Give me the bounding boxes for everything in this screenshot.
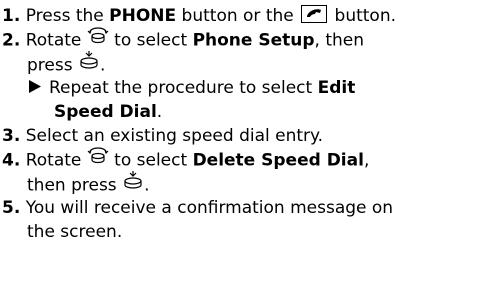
step-text: Rotate — [25, 150, 87, 171]
step-2: 2. Rotate to select Phone Setup, then — [2, 26, 472, 52]
step-number: 5. — [2, 198, 21, 218]
step-number: 2. — [2, 30, 21, 51]
step-text: Rotate — [25, 30, 87, 51]
step-1: 1. Press the PHONE button or the button. — [2, 4, 472, 28]
step-text: You will receive a confirmation message … — [25, 198, 394, 218]
sub-step: Repeat the procedure to select Edit — [2, 76, 472, 100]
interface-dial-press-icon — [78, 50, 100, 77]
step-3: 3. Select an existing speed dial entry. — [2, 124, 472, 148]
step-4-continued: then press . — [2, 170, 472, 197]
step-text: . — [99, 55, 106, 76]
step-text: . — [156, 102, 163, 122]
step-text: to select — [108, 30, 193, 51]
step-text: button. — [329, 6, 397, 26]
step-number: 4. — [2, 150, 21, 171]
step-5: 5. You will receive a confirmation messa… — [2, 196, 472, 220]
step-text: button or the — [176, 6, 300, 26]
instruction-steps: 1. Press the PHONE button or the button.… — [0, 0, 478, 304]
step-text: Repeat the procedure to select — [49, 78, 318, 98]
step-text: the screen. — [27, 222, 123, 242]
step-number: 1. — [2, 6, 21, 26]
triangle-arrow-icon — [29, 76, 43, 100]
phone-button-label: PHONE — [109, 6, 177, 26]
step-text: , — [363, 150, 370, 171]
interface-dial-press-icon — [122, 170, 144, 197]
sub-step-continued: Speed Dial. — [2, 100, 472, 124]
step-text: Press the — [25, 6, 110, 26]
interface-dial-rotate-icon — [87, 146, 109, 171]
step-text: press — [27, 55, 78, 76]
phone-handset-icon — [301, 5, 328, 23]
menu-item-label: Delete Speed Dial — [192, 150, 364, 171]
step-text: . — [144, 175, 150, 196]
step-text: then press — [27, 175, 123, 196]
interface-dial-rotate-icon — [87, 26, 109, 51]
step-5-continued: the screen. — [2, 220, 472, 244]
step-text: to select — [108, 150, 193, 171]
menu-item-label: Speed Dial — [54, 102, 157, 122]
step-2-continued: press . — [2, 50, 472, 77]
step-4: 4. Rotate to select Delete Speed Dial, — [2, 146, 472, 172]
step-number: 3. — [2, 126, 21, 146]
step-text: , then — [314, 30, 365, 51]
menu-item-label: Edit — [317, 78, 356, 98]
step-text: Select an existing speed dial entry. — [25, 126, 324, 146]
menu-item-label: Phone Setup — [192, 30, 315, 51]
